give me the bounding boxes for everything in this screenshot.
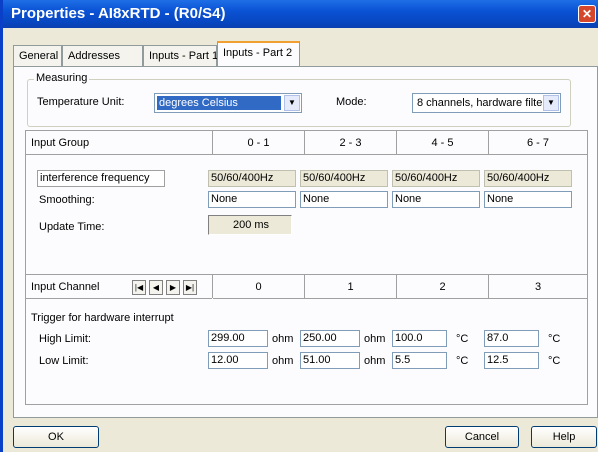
high-limit-unit: ohm [272,333,294,345]
properties-dialog: Properties - AI8xRTD - (R0/S4) ✕ General… [0,0,598,452]
low-limit-field[interactable]: 12.00 [208,352,268,369]
low-limit-label: Low Limit: [39,355,89,367]
update-time-value: 200 ms [208,215,292,235]
low-limit-field[interactable]: 5.5 [392,352,447,369]
input-group-column-header: 0 - 1 [213,131,305,155]
title-bar: Properties - AI8xRTD - (R0/S4) ✕ [3,0,598,28]
interference-frequency-field: 50/60/400Hz [392,170,480,187]
high-limit-field[interactable]: 100.0 [392,330,447,347]
chevron-down-icon[interactable]: ▼ [284,95,300,111]
cancel-button[interactable]: Cancel [445,426,519,448]
input-group-header: Input Group [26,131,212,155]
measuring-group: Measuring Temperature Unit: degrees Cels… [27,72,571,127]
close-icon[interactable]: ✕ [578,5,596,23]
tab-inputs-part-2[interactable]: Inputs - Part 2 [217,41,300,67]
high-limit-label: High Limit: [39,333,91,345]
high-limit-unit: ohm [364,333,386,345]
smoothing-label: Smoothing: [39,194,95,206]
tab-general[interactable]: General [13,45,62,66]
temperature-unit-value: degrees Celsius [157,96,281,110]
interference-frequency-field: 50/60/400Hz [484,170,572,187]
low-limit-field[interactable]: 12.5 [484,352,539,369]
smoothing-field[interactable]: None [300,191,388,208]
tab-addresses[interactable]: Addresses [62,45,143,66]
smoothing-field[interactable]: None [484,191,572,208]
temperature-unit-label: Temperature Unit: [37,96,125,108]
interference-frequency-field: 50/60/400Hz [300,170,388,187]
input-channel-column-header: 0 [213,275,305,299]
last-icon[interactable]: ▶| [183,280,197,295]
chevron-down-icon[interactable]: ▼ [543,95,559,111]
mode-select[interactable]: 8 channels, hardware filte ▼ [412,93,561,113]
input-group-column-header: 6 - 7 [489,131,587,155]
interference-frequency-label: interference frequency [37,170,165,187]
smoothing-field[interactable]: None [208,191,296,208]
next-icon[interactable]: ▶ [166,280,180,295]
temperature-unit-select[interactable]: degrees Celsius ▼ [154,93,302,113]
low-limit-unit: ohm [364,355,386,367]
tab-inputs-part-1[interactable]: Inputs - Part 1 [143,45,218,66]
input-channel-column-header: 1 [305,275,397,299]
help-button[interactable]: Help [531,426,597,448]
input-group-column-header: 2 - 3 [305,131,397,155]
high-limit-field[interactable]: 299.00 [208,330,268,347]
mode-value: 8 channels, hardware filte [417,97,543,109]
high-limit-field[interactable]: 250.00 [300,330,360,347]
high-limit-unit: °C [456,333,469,345]
ok-button[interactable]: OK [13,426,99,448]
low-limit-unit: °C [456,355,469,367]
interference-frequency-field: 50/60/400Hz [208,170,296,187]
prev-icon[interactable]: ◀ [149,280,163,295]
high-limit-field[interactable]: 87.0 [484,330,539,347]
low-limit-unit: ohm [272,355,294,367]
update-time-label: Update Time: [39,221,105,233]
first-icon[interactable]: |◀ [132,280,146,295]
measuring-title: Measuring [34,72,90,84]
low-limit-unit: °C [548,355,561,367]
input-channel-column-header: 2 [397,275,489,299]
parameter-grid: Input Group 0 - 1 2 - 3 4 - 5 6 - 7 inte… [25,130,588,405]
low-limit-field[interactable]: 51.00 [300,352,360,369]
input-channel-column-header: 3 [489,275,587,299]
trigger-hardware-interrupt-label: Trigger for hardware interrupt [31,312,174,324]
mode-label: Mode: [336,96,367,108]
high-limit-unit: °C [548,333,561,345]
smoothing-field[interactable]: None [392,191,480,208]
window-title: Properties - AI8xRTD - (R0/S4) [11,5,226,22]
input-group-column-header: 4 - 5 [397,131,489,155]
